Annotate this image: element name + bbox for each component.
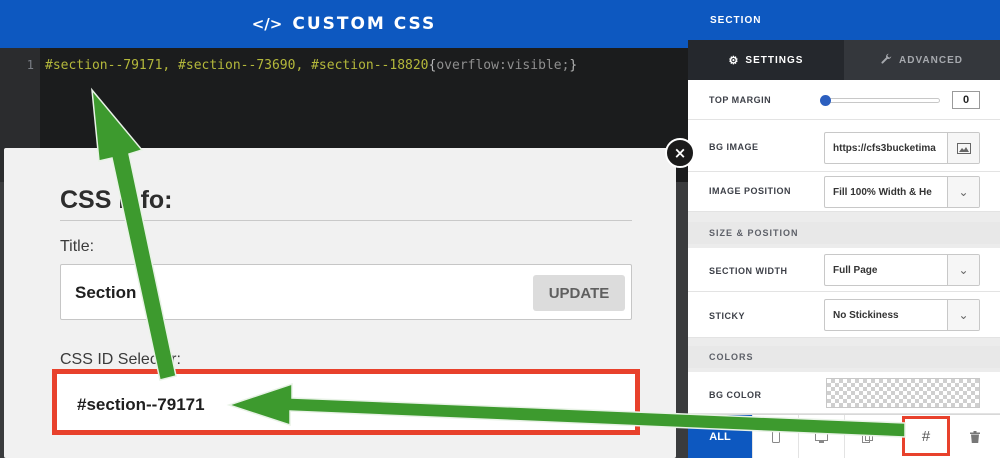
close-icon[interactable]: ×	[665, 138, 695, 168]
trash-icon[interactable]	[952, 415, 998, 458]
line-number: 1	[26, 58, 34, 72]
title-input-value: Section	[75, 283, 137, 302]
chevron-down-icon[interactable]: ⌄	[947, 177, 979, 207]
top-margin-slider-track[interactable]	[824, 98, 940, 103]
code-property: overflow:visible;	[436, 58, 570, 73]
bg-image-row: BG IMAGE https://cfs3bucketima	[688, 120, 1000, 172]
image-position-row: IMAGE POSITION Fill 100% Width & He ⌄	[688, 172, 1000, 212]
bg-image-input[interactable]: https://cfs3bucketima	[824, 132, 980, 164]
section-width-row: SECTION WIDTH Full Page ⌄	[688, 248, 1000, 292]
sticky-row: STICKY No Stickiness ⌄	[688, 292, 1000, 338]
image-position-value: Fill 100% Width & He	[833, 187, 932, 198]
top-margin-input[interactable]: 0	[952, 91, 980, 109]
bg-color-row: BG COLOR	[688, 372, 1000, 414]
panel-title: SECTION	[688, 0, 1000, 40]
tab-settings[interactable]: ⚙ SETTINGS	[688, 40, 844, 80]
gear-icon: ⚙	[728, 54, 739, 67]
title-label: Title:	[60, 238, 95, 255]
colors-header: COLORS	[688, 346, 1000, 368]
sticky-select[interactable]: No Stickiness ⌄	[824, 299, 980, 331]
css-id-selector-value: #section--79171	[77, 395, 205, 414]
section-width-select[interactable]: Full Page ⌄	[824, 254, 980, 286]
css-info-modal: CSS Info: Title: Section UPDATE CSS ID S…	[4, 148, 676, 458]
tab-settings-label: SETTINGS	[745, 54, 804, 66]
all-devices-button[interactable]: ALL	[688, 415, 752, 458]
desktop-icon[interactable]	[798, 415, 844, 458]
mobile-icon[interactable]	[752, 415, 798, 458]
tab-advanced[interactable]: ADVANCED	[844, 40, 1000, 80]
css-id-label: CSS ID Selector:	[60, 351, 181, 368]
bg-image-url: https://cfs3bucketima	[833, 143, 936, 154]
image-position-label: IMAGE POSITION	[709, 186, 792, 196]
top-margin-row: TOP MARGIN 0	[688, 80, 1000, 120]
copy-icon[interactable]	[844, 415, 890, 458]
top-margin-slider-handle[interactable]	[820, 95, 831, 106]
image-position-select[interactable]: Fill 100% Width & He ⌄	[824, 176, 980, 208]
chevron-down-icon[interactable]: ⌄	[947, 300, 979, 330]
section-toolbar: ALL #	[688, 414, 1000, 458]
section-width-value: Full Page	[833, 265, 878, 276]
css-id-selector-field[interactable]: #section--79171	[52, 369, 640, 435]
custom-css-header: </> CUSTOM CSS	[0, 0, 688, 48]
top-margin-label: TOP MARGIN	[709, 95, 772, 105]
sticky-value: No Stickiness	[833, 310, 899, 321]
title-input[interactable]: Section UPDATE	[60, 264, 632, 320]
wrench-icon	[881, 53, 892, 67]
bg-color-swatch[interactable]	[826, 378, 980, 408]
section-width-label: SECTION WIDTH	[709, 266, 788, 276]
chevron-down-icon[interactable]: ⌄	[947, 255, 979, 285]
bg-color-label: BG COLOR	[709, 390, 762, 400]
size-position-header: SIZE & POSITION	[688, 222, 1000, 244]
modal-title: CSS Info:	[60, 186, 173, 214]
tab-advanced-label: ADVANCED	[899, 54, 963, 66]
update-button[interactable]: UPDATE	[533, 275, 625, 311]
modal-divider	[60, 220, 632, 221]
image-icon[interactable]	[947, 133, 979, 163]
sticky-label: STICKY	[709, 311, 746, 321]
code-selectors: #section--79171, #section--73690, #secti…	[45, 58, 429, 73]
code-line[interactable]: #section--79171, #section--73690, #secti…	[45, 58, 577, 73]
bg-image-label: BG IMAGE	[709, 142, 759, 152]
code-close-brace: }	[569, 58, 578, 73]
custom-css-title: CUSTOM CSS	[292, 14, 437, 34]
section-settings-panel: SECTION ⚙ SETTINGS ADVANCED TOP MARGIN 0…	[688, 0, 1000, 458]
css-id-hash-button[interactable]: #	[902, 416, 950, 456]
code-icon: </>	[251, 15, 283, 33]
panel-tabs: ⚙ SETTINGS ADVANCED	[688, 40, 1000, 80]
